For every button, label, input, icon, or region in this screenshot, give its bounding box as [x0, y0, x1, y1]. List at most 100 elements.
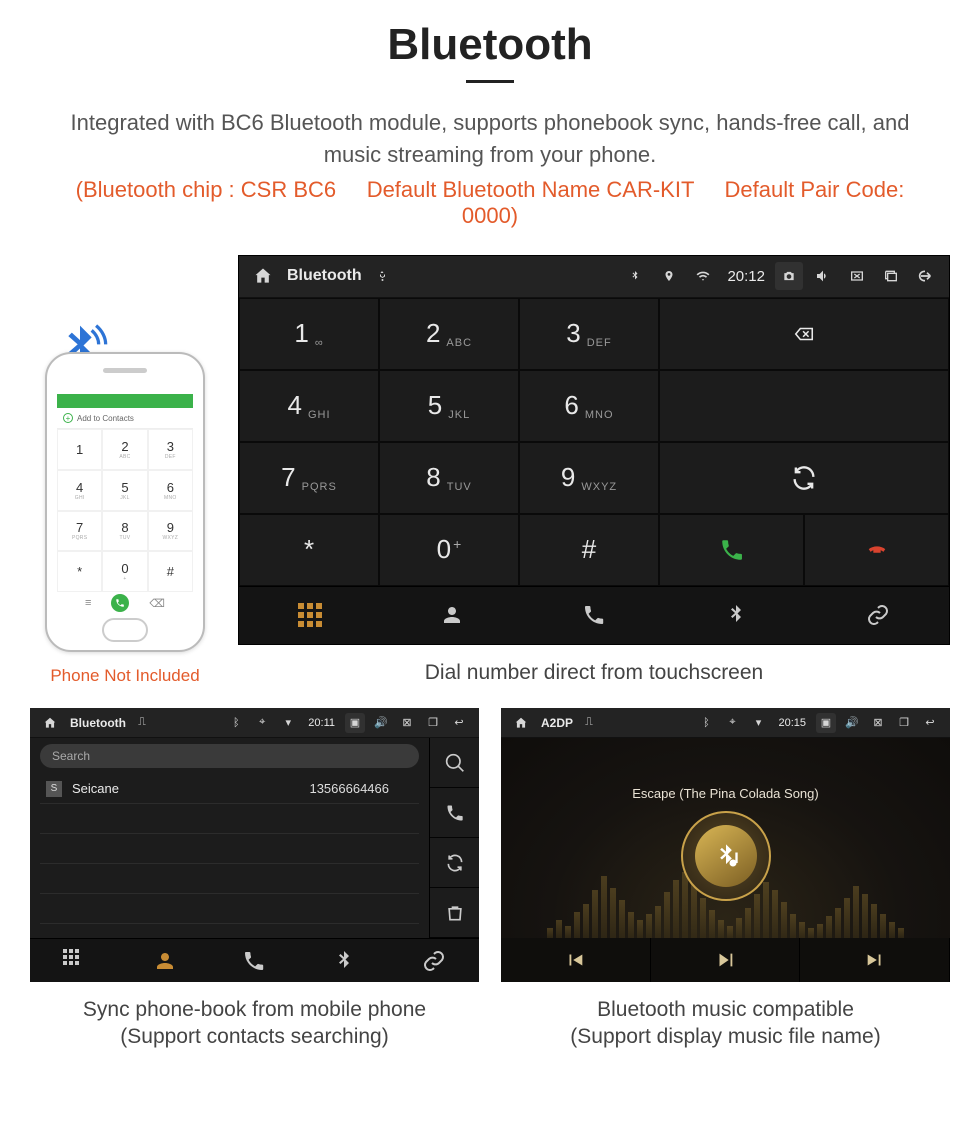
phone-key-2[interactable]: 2ABC	[102, 429, 147, 470]
home-icon[interactable]	[249, 262, 277, 290]
status-title: Bluetooth	[70, 716, 126, 730]
phone-menu-icon[interactable]: ≡	[85, 597, 91, 609]
tab-pair[interactable]	[807, 587, 949, 644]
camera-icon[interactable]	[775, 262, 803, 290]
bluetooth-icon	[724, 603, 748, 627]
location-icon: ⌖	[722, 713, 742, 733]
phone-backspace-icon[interactable]: ⌫	[149, 597, 165, 610]
bluetooth-status-icon: ᛒ	[696, 713, 716, 733]
link-icon	[422, 949, 446, 973]
close-app-icon[interactable]	[843, 262, 871, 290]
phone-key-1[interactable]: 1	[57, 429, 102, 470]
search-placeholder: Search	[52, 749, 90, 763]
dial-key-8[interactable]: 8TUV	[379, 442, 519, 514]
contact-row[interactable]: SSeicane13566664466	[40, 774, 419, 804]
next-track-button[interactable]	[800, 938, 950, 982]
side-sync-button[interactable]	[430, 838, 479, 888]
volume-icon[interactable]	[809, 262, 837, 290]
recent-apps-icon[interactable]	[877, 262, 905, 290]
side-delete-button[interactable]	[430, 888, 479, 938]
dial-key-hash[interactable]: #	[519, 514, 659, 586]
handset-icon	[582, 603, 606, 627]
bluetooth-status-icon	[621, 262, 649, 290]
recent-apps-icon[interactable]: ❐	[894, 713, 914, 733]
usb-icon: ⎍	[579, 713, 599, 733]
dial-key-4[interactable]: 4GHI	[239, 370, 379, 442]
status-title: A2DP	[541, 716, 573, 730]
status-title: Bluetooth	[287, 267, 362, 285]
call-button[interactable]	[659, 514, 804, 586]
phone-key-3[interactable]: 3DEF	[148, 429, 193, 470]
headunit-music: A2DP ⎍ ᛒ ⌖ ▾ 20:15 ▣ 🔊 ⊠ ❐ ↩ Escape (The…	[501, 708, 950, 982]
dial-key-9[interactable]: 9WXYZ	[519, 442, 659, 514]
hero-description: Integrated with BC6 Bluetooth module, su…	[70, 107, 910, 171]
tab-contacts[interactable]	[381, 587, 523, 644]
volume-icon[interactable]: 🔊	[371, 713, 391, 733]
tab-pair[interactable]	[389, 939, 479, 982]
contact-row-empty	[40, 894, 419, 924]
tab-bluetooth[interactable]	[665, 587, 807, 644]
back-icon[interactable]	[911, 262, 939, 290]
handset-icon	[242, 949, 266, 973]
close-app-icon[interactable]: ⊠	[397, 713, 417, 733]
home-icon[interactable]	[40, 713, 60, 733]
dial-spacer	[659, 370, 949, 442]
phone-mockup: +Add to Contacts 12ABC3DEF 4GHI5JKL6MNO 7P…	[45, 352, 205, 652]
status-time: 20:11	[308, 717, 335, 729]
page-title: Bluetooth	[30, 20, 950, 70]
dial-key-3[interactable]: 3DEF	[519, 298, 659, 370]
status-bar: Bluetooth 20:12	[239, 256, 949, 298]
phone-call-button[interactable]	[111, 594, 129, 612]
dial-key-star[interactable]: *	[239, 514, 379, 586]
phone-add-to-contacts[interactable]: +Add to Contacts	[57, 408, 193, 429]
tab-contacts[interactable]	[120, 939, 210, 982]
camera-icon[interactable]: ▣	[816, 713, 836, 733]
play-pause-button[interactable]	[651, 938, 801, 982]
phone-key-5[interactable]: 5JKL	[102, 470, 147, 511]
side-call-button[interactable]	[430, 788, 479, 838]
contact-number: 13566664466	[309, 781, 389, 796]
phone-key-0[interactable]: 0+	[102, 551, 147, 592]
back-icon[interactable]: ↩	[920, 713, 940, 733]
phone-key-8[interactable]: 8TUV	[102, 511, 147, 552]
phone-key-6[interactable]: 6MNO	[148, 470, 193, 511]
status-bar-music: A2DP ⎍ ᛒ ⌖ ▾ 20:15 ▣ 🔊 ⊠ ❐ ↩	[501, 708, 950, 738]
phone-key-4[interactable]: 4GHI	[57, 470, 102, 511]
side-search-button[interactable]	[430, 738, 479, 788]
wifi-icon: ▾	[278, 713, 298, 733]
usb-icon	[368, 262, 396, 290]
tab-bluetooth[interactable]	[299, 939, 389, 982]
dial-key-1[interactable]: 1∞	[239, 298, 379, 370]
add-to-contacts-label: Add to Contacts	[77, 414, 134, 423]
home-icon[interactable]	[511, 713, 531, 733]
bluetooth-icon	[332, 949, 356, 973]
tab-call-log[interactable]	[210, 939, 300, 982]
prev-track-button[interactable]	[501, 938, 651, 982]
dial-key-2[interactable]: 2ABC	[379, 298, 519, 370]
phone-key-9[interactable]: 9WXYZ	[148, 511, 193, 552]
phone-key-7[interactable]: 7PQRS	[57, 511, 102, 552]
backspace-button[interactable]	[659, 298, 949, 370]
redial-button[interactable]	[659, 442, 949, 514]
search-input[interactable]: Search	[40, 744, 419, 768]
tab-call-log[interactable]	[523, 587, 665, 644]
recent-apps-icon[interactable]: ❐	[423, 713, 443, 733]
dial-key-6[interactable]: 6MNO	[519, 370, 659, 442]
dial-key-5[interactable]: 5JKL	[379, 370, 519, 442]
music-caption: Bluetooth music compatible(Support displ…	[501, 996, 950, 1051]
dialpad-icon	[63, 949, 87, 973]
camera-icon[interactable]: ▣	[345, 713, 365, 733]
headunit-contacts: Bluetooth ⎍ ᛒ ⌖ ▾ 20:11 ▣ 🔊 ⊠ ❐ ↩ Search	[30, 708, 479, 982]
title-underline	[466, 80, 514, 83]
tab-dialpad[interactable]	[30, 939, 120, 982]
hangup-button[interactable]	[804, 514, 949, 586]
dial-key-0[interactable]: 0+	[379, 514, 519, 586]
volume-icon[interactable]: 🔊	[842, 713, 862, 733]
close-app-icon[interactable]: ⊠	[868, 713, 888, 733]
back-icon[interactable]: ↩	[449, 713, 469, 733]
phone-key-*[interactable]: *	[57, 551, 102, 592]
tab-dialpad[interactable]	[239, 587, 381, 644]
dial-key-7[interactable]: 7PQRS	[239, 442, 379, 514]
person-icon	[440, 603, 464, 627]
phone-key-#[interactable]: #	[148, 551, 193, 592]
